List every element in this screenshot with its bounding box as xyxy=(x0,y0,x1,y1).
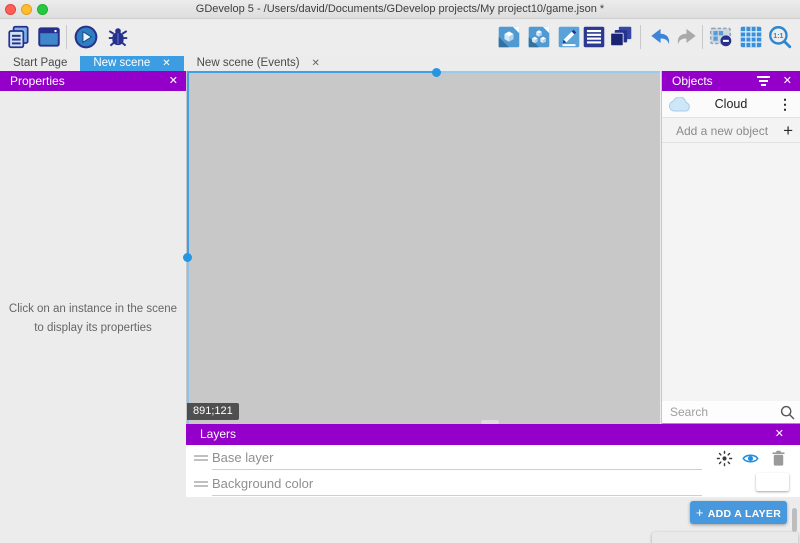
plus-icon: + xyxy=(696,505,704,520)
selection-edge-left-faint xyxy=(187,258,189,424)
add-lighting-layer-button[interactable]: +ADD LIGHTING LAYER xyxy=(652,532,798,543)
zoom-original-button[interactable]: 1:1 xyxy=(766,23,794,51)
scene-canvas[interactable]: 891;121 xyxy=(187,71,660,424)
plus-icon: + xyxy=(783,119,793,143)
add-layer-button[interactable]: +ADD A LAYER xyxy=(690,501,787,524)
titlebar: GDevelop 5 - /Users/david/Documents/GDev… xyxy=(0,0,800,19)
main-toolbar: 1:1 xyxy=(0,20,800,56)
close-tab-icon[interactable]: ✕ xyxy=(312,56,320,71)
add-object-row[interactable]: Add a new object + xyxy=(662,119,800,143)
window-title: GDevelop 5 - /Users/david/Documents/GDev… xyxy=(0,0,800,19)
layers-stack-icon xyxy=(608,24,634,50)
layers-panel-header: Layers ✕ xyxy=(186,424,800,445)
launch-debugger-button[interactable] xyxy=(104,23,132,51)
tab-start-page[interactable]: Start Page xyxy=(0,56,80,71)
close-icon[interactable]: ✕ xyxy=(169,71,178,91)
cursor-coordinates-label: 891;121 xyxy=(187,403,239,420)
selection-edge-left xyxy=(187,71,189,258)
objects-editor-icon xyxy=(496,24,522,50)
toggle-window-mask-button[interactable] xyxy=(707,23,735,51)
layer-effects-icon[interactable] xyxy=(716,450,733,467)
close-icon[interactable]: ✕ xyxy=(783,71,792,91)
properties-panel: Properties ✕ Click on an instance in the… xyxy=(0,71,187,543)
close-icon[interactable]: ✕ xyxy=(775,424,784,445)
project-manager-icon xyxy=(6,24,32,50)
objects-panel: Objects ✕ Cloud ⋮ Add a new object + xyxy=(661,71,800,424)
delete-layer-trash-icon[interactable] xyxy=(770,450,787,467)
play-icon xyxy=(73,24,99,50)
gdevelop-window: GDevelop 5 - /Users/david/Documents/GDev… xyxy=(0,0,800,543)
toolbar-separator xyxy=(640,25,641,49)
open-instances-list-button[interactable] xyxy=(580,23,608,51)
selection-resize-handle-left[interactable] xyxy=(183,253,192,262)
selection-edge-top-faint xyxy=(437,71,660,73)
start-page-button[interactable] xyxy=(35,23,63,51)
object-more-menu-icon[interactable]: ⋮ xyxy=(778,91,792,118)
layer-name-field[interactable]: Background color xyxy=(212,471,313,496)
instances-list-icon xyxy=(581,24,607,50)
toolbar-separator xyxy=(702,25,703,49)
open-layers-editor-button[interactable] xyxy=(607,23,635,51)
launch-preview-button[interactable] xyxy=(72,23,100,51)
object-groups-icon xyxy=(526,24,552,50)
drag-handle-icon[interactable] xyxy=(194,455,208,461)
properties-empty-message: Click on an instance in the scene to dis… xyxy=(0,300,186,338)
tab-new-scene[interactable]: New scene ✕ xyxy=(80,56,183,71)
window-mask-icon xyxy=(708,24,734,50)
layers-panel-title: Layers xyxy=(200,427,236,441)
editor-tabbar: Start Page New scene ✕ New scene (Events… xyxy=(0,56,800,71)
objects-panel-title: Objects xyxy=(672,74,713,88)
properties-panel-header: Properties ✕ xyxy=(0,71,186,91)
open-object-groups-editor-button[interactable] xyxy=(525,23,553,51)
objects-search-input[interactable] xyxy=(670,403,770,421)
close-tab-icon[interactable]: ✕ xyxy=(162,56,170,71)
layer-visibility-eye-icon[interactable] xyxy=(742,450,759,467)
undo-icon xyxy=(647,24,673,50)
toolbar-separator xyxy=(66,25,67,49)
layer-row-background-color: Background color xyxy=(186,471,800,497)
selection-edge-top xyxy=(187,71,437,73)
layer-name-field[interactable]: Base layer xyxy=(212,445,273,470)
objects-search-bar xyxy=(662,401,800,424)
background-color-swatch[interactable] xyxy=(756,473,789,491)
objects-panel-header: Objects ✕ xyxy=(662,71,800,91)
open-objects-editor-button[interactable] xyxy=(495,23,523,51)
search-icon xyxy=(780,405,795,420)
object-list-item-cloud[interactable]: Cloud ⋮ xyxy=(662,91,800,118)
drag-handle-icon[interactable] xyxy=(194,481,208,487)
undo-button[interactable] xyxy=(646,23,674,51)
field-underline xyxy=(212,469,702,470)
properties-pencil-icon xyxy=(556,24,582,50)
grid-icon xyxy=(738,24,764,50)
redo-button[interactable] xyxy=(673,23,701,51)
redo-icon xyxy=(674,24,700,50)
tab-new-scene-events[interactable]: New scene (Events) ✕ xyxy=(184,56,333,71)
open-scene-properties-button[interactable] xyxy=(555,23,583,51)
field-underline xyxy=(212,495,702,496)
toggle-grid-button[interactable] xyxy=(737,23,765,51)
plus-icon: + xyxy=(660,540,668,543)
app-window-icon xyxy=(36,24,62,50)
layer-row-base: Base layer xyxy=(186,445,800,471)
project-manager-button[interactable] xyxy=(5,23,33,51)
svg-text:1:1: 1:1 xyxy=(773,33,783,40)
vertical-scrollbar-thumb[interactable] xyxy=(792,508,797,532)
layers-panel: Layers ✕ Base layer xyxy=(186,424,800,543)
filter-icon[interactable] xyxy=(757,76,770,86)
properties-panel-title: Properties xyxy=(10,74,65,88)
bug-icon xyxy=(105,24,131,50)
selection-resize-handle-top[interactable] xyxy=(432,68,441,77)
zoom-1-1-icon: 1:1 xyxy=(767,24,793,50)
